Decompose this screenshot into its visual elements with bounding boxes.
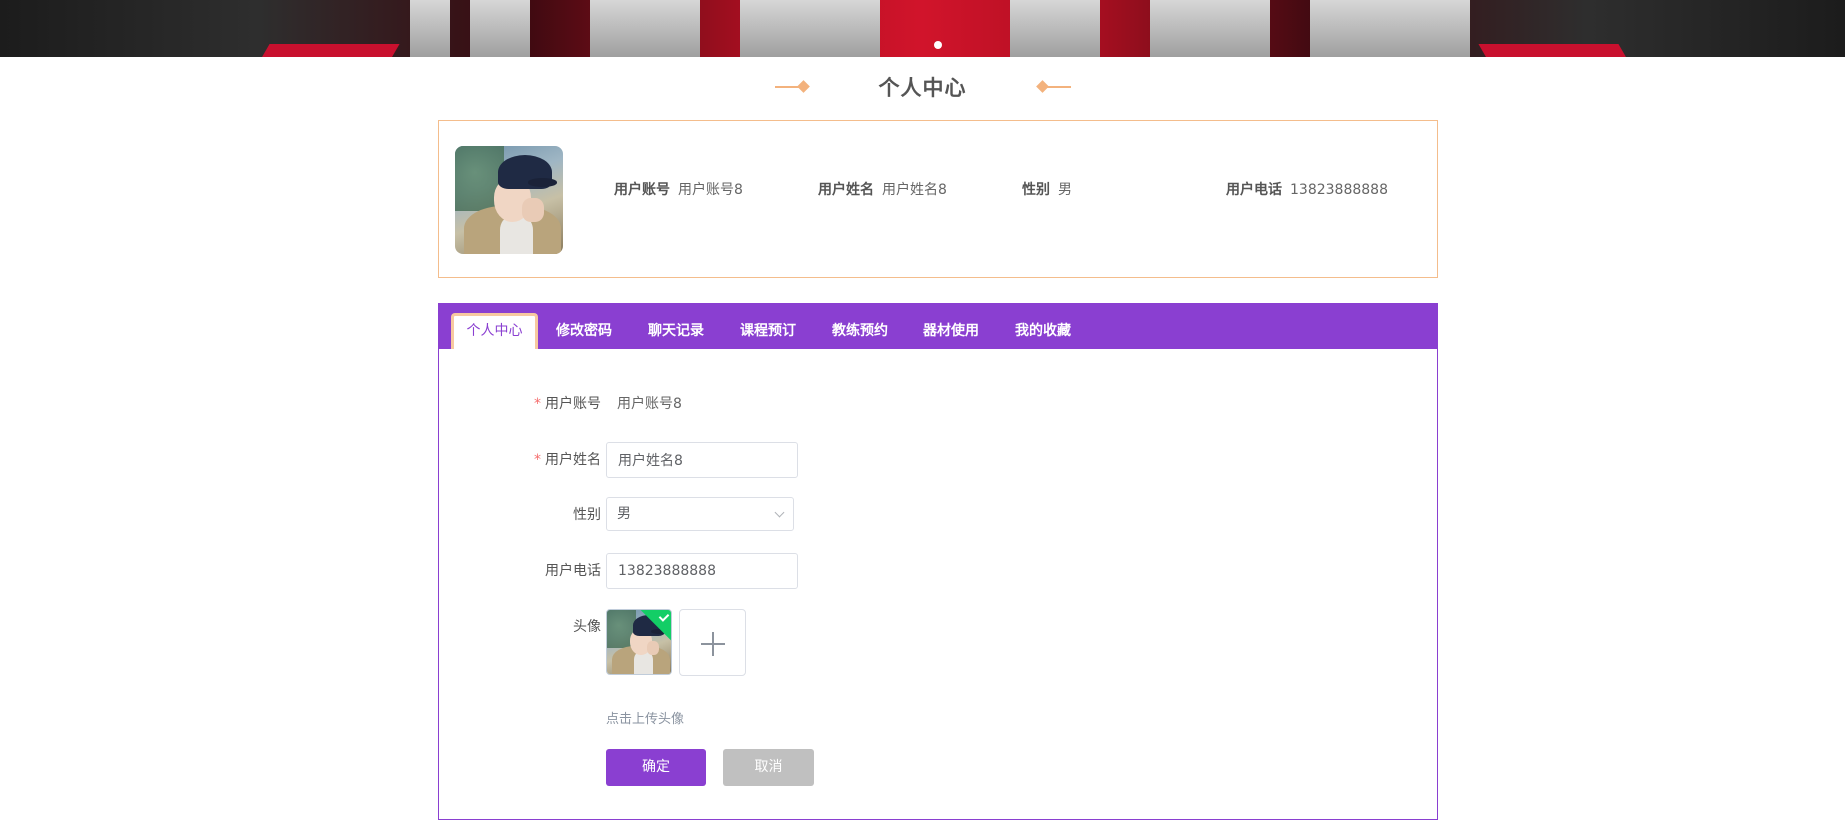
profile-phone-value: 13823888888 bbox=[1290, 182, 1388, 198]
form-row-name: * 用户姓名 bbox=[439, 442, 1437, 478]
profile-gender: 性别男 bbox=[1022, 179, 1072, 199]
profile-name-value: 用户姓名8 bbox=[882, 182, 947, 198]
upload-hint: 点击上传头像 bbox=[606, 712, 685, 727]
profile-account: 用户账号 用户账号8 bbox=[614, 179, 743, 199]
name-label-text: 用户姓名 bbox=[545, 452, 601, 468]
top-banner bbox=[0, 0, 1845, 57]
tab-course-booking[interactable]: 课程预订 bbox=[725, 313, 811, 349]
profile-gender-label: 性别 bbox=[1022, 182, 1050, 198]
tab-my-favorites[interactable]: 我的收藏 bbox=[1000, 313, 1086, 349]
banner-red-stroke bbox=[246, 44, 400, 57]
banner-glyph bbox=[740, 0, 880, 57]
profile-phone-label: 用户电话 bbox=[1226, 182, 1282, 198]
upload-avatar-button[interactable] bbox=[679, 609, 746, 676]
avatar-thumbnail[interactable] bbox=[606, 609, 672, 675]
form-row-account: * 用户账号 用户账号8 bbox=[439, 386, 1437, 422]
section-header: 个人中心 bbox=[0, 72, 1845, 102]
profile-account-value: 用户账号8 bbox=[678, 182, 743, 198]
page-title: 个人中心 bbox=[878, 76, 967, 100]
profile-account-label: 用户账号 bbox=[614, 182, 670, 198]
tab-coach-appointment[interactable]: 教练预约 bbox=[817, 313, 903, 349]
profile-name: 用户姓名 用户姓名8 bbox=[818, 179, 947, 199]
form-row-avatar: 头像 bbox=[439, 609, 1437, 677]
banner-glyph bbox=[590, 0, 700, 57]
profile-name-label: 用户姓名 bbox=[818, 182, 874, 198]
title-decoration-left bbox=[774, 80, 815, 93]
avatar-label: 头像 bbox=[573, 619, 601, 635]
account-value: 用户账号8 bbox=[617, 396, 682, 412]
cancel-button[interactable]: 取消 bbox=[723, 749, 814, 786]
banner-red-stroke bbox=[1478, 44, 1642, 57]
gender-label: 性别 bbox=[573, 507, 601, 523]
tab-change-password[interactable]: 修改密码 bbox=[541, 313, 627, 349]
account-label: * 用户账号 bbox=[499, 386, 609, 422]
avatar bbox=[455, 146, 563, 254]
profile-summary-card: 用户账号 用户账号8 用户姓名 用户姓名8 性别男 用户电话 13823888888 bbox=[438, 120, 1438, 278]
banner-glyph bbox=[1310, 0, 1470, 57]
banner-glyph bbox=[410, 0, 450, 57]
banner-glyph bbox=[1150, 0, 1270, 57]
chevron-down-icon bbox=[774, 507, 785, 518]
form-row-gender: 性别 男 bbox=[439, 497, 1437, 533]
gender-select[interactable]: 男 bbox=[606, 497, 794, 531]
banner-glyph bbox=[470, 0, 530, 57]
form-row-phone: 用户电话 bbox=[439, 553, 1437, 589]
carousel-indicator-dot[interactable] bbox=[934, 41, 942, 49]
name-label: * 用户姓名 bbox=[499, 442, 609, 478]
account-label-text: 用户账号 bbox=[545, 396, 601, 412]
title-decoration-right bbox=[1031, 80, 1071, 93]
banner-glyph bbox=[1010, 0, 1100, 57]
profile-gender-value: 男 bbox=[1058, 182, 1072, 198]
user-center-panel: 个人中心 修改密码 聊天记录 课程预订 教练预约 器材使用 我的收藏 * 用户账号… bbox=[438, 303, 1438, 820]
phone-input[interactable] bbox=[606, 553, 798, 589]
tab-chat-history[interactable]: 聊天记录 bbox=[633, 313, 719, 349]
plus-icon-vertical bbox=[712, 632, 714, 656]
tab-bar: 个人中心 修改密码 聊天记录 课程预订 教练预约 器材使用 我的收藏 bbox=[439, 304, 1437, 349]
name-input[interactable] bbox=[606, 442, 798, 478]
gender-selected-value: 男 bbox=[617, 506, 631, 522]
required-mark: * bbox=[534, 396, 541, 412]
profile-phone: 用户电话 13823888888 bbox=[1226, 179, 1388, 199]
tab-personal-center[interactable]: 个人中心 bbox=[451, 313, 538, 349]
required-mark: * bbox=[534, 452, 541, 468]
tab-equipment-usage[interactable]: 器材使用 bbox=[908, 313, 994, 349]
confirm-button[interactable]: 确定 bbox=[606, 749, 706, 786]
phone-label: 用户电话 bbox=[545, 563, 601, 579]
